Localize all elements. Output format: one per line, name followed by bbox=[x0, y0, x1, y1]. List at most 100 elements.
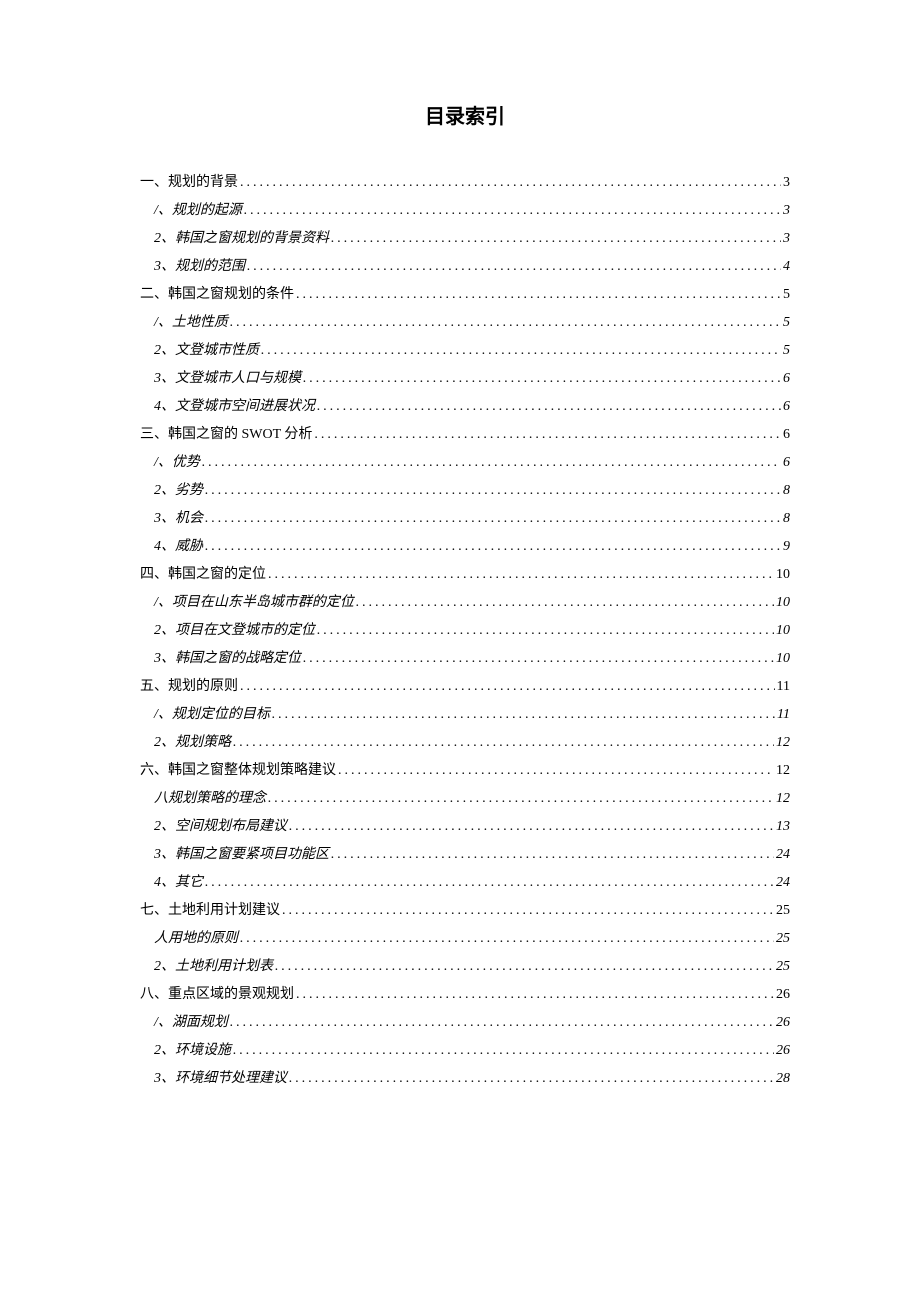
toc-entry-page: 12 bbox=[776, 785, 790, 813]
toc-entry: /、规划的起源.................................… bbox=[154, 197, 790, 225]
toc-dots: ........................................… bbox=[205, 533, 781, 561]
toc-entry: 七、土地利用计划建议..............................… bbox=[140, 897, 790, 925]
toc-entry-page: 24 bbox=[776, 841, 790, 869]
toc-dots: ........................................… bbox=[282, 897, 774, 925]
toc-entry-page: 28 bbox=[776, 1065, 790, 1093]
toc-entry-page: 24 bbox=[776, 869, 790, 897]
toc-dots: ........................................… bbox=[240, 169, 781, 197]
toc-entry-page: 3 bbox=[783, 197, 790, 225]
toc-entry-label: /、规划定位的目标 bbox=[154, 701, 270, 729]
toc-entry-page: 10 bbox=[776, 617, 790, 645]
toc-entry-page: 6 bbox=[783, 449, 790, 477]
toc-entry-label: 3、韩国之窗要紧项目功能区 bbox=[154, 841, 329, 869]
toc-dots: ........................................… bbox=[289, 1065, 774, 1093]
toc-entry: 2、韩国之窗规划的背景资料...........................… bbox=[154, 225, 790, 253]
toc-entry: 八规划策略的理念................................… bbox=[154, 785, 790, 813]
toc-entry-label: 八、重点区域的景观规划 bbox=[140, 981, 294, 1009]
toc-entry: 五、规划的原则.................................… bbox=[140, 673, 790, 701]
toc-dots: ........................................… bbox=[317, 393, 781, 421]
toc-dots: ........................................… bbox=[356, 589, 774, 617]
toc-dots: ........................................… bbox=[261, 337, 781, 365]
toc-entry: /、土地性质..................................… bbox=[154, 309, 790, 337]
toc-dots: ........................................… bbox=[240, 673, 775, 701]
toc-entry: 3、韩国之窗的战略定位.............................… bbox=[154, 645, 790, 673]
toc-entry-label: 3、环境细节处理建议 bbox=[154, 1065, 287, 1093]
toc-dots: ........................................… bbox=[240, 925, 774, 953]
toc-dots: ........................................… bbox=[202, 449, 781, 477]
toc-entry: 2、土地利用计划表...............................… bbox=[154, 953, 790, 981]
toc-entry-page: 8 bbox=[783, 477, 790, 505]
toc-entry: /、项目在山东半岛城市群的定位.........................… bbox=[154, 589, 790, 617]
toc-entry-page: 6 bbox=[783, 365, 790, 393]
toc-entry: 2、文登城市性质................................… bbox=[154, 337, 790, 365]
toc-entry-page: 11 bbox=[777, 701, 790, 729]
toc-title: 目录索引 bbox=[140, 100, 790, 129]
toc-entry-label: /、项目在山东半岛城市群的定位 bbox=[154, 589, 354, 617]
toc-dots: ........................................… bbox=[275, 953, 774, 981]
toc-entry-label: 人用地的原则 bbox=[154, 925, 238, 953]
toc-entry-label: 3、韩国之窗的战略定位 bbox=[154, 645, 301, 673]
toc-dots: ........................................… bbox=[331, 225, 781, 253]
toc-entry: 八、重点区域的景观规划.............................… bbox=[140, 981, 790, 1009]
toc-entry: /、规划定位的目标...............................… bbox=[154, 701, 790, 729]
toc-entry: 2、空间规划布局建议..............................… bbox=[154, 813, 790, 841]
toc-dots: ........................................… bbox=[268, 785, 774, 813]
toc-entry: 3、环境细节处理建议..............................… bbox=[154, 1065, 790, 1093]
toc-dots: ........................................… bbox=[296, 981, 774, 1009]
toc-entry-page: 9 bbox=[783, 533, 790, 561]
toc-entry-label: 七、土地利用计划建议 bbox=[140, 897, 280, 925]
toc-entry-label: /、规划的起源 bbox=[154, 197, 242, 225]
toc-entry-page: 6 bbox=[783, 421, 790, 449]
toc-entry-label: 4、文登城市空间进展状况 bbox=[154, 393, 315, 421]
toc-entry-page: 6 bbox=[783, 393, 790, 421]
toc-entry-label: 2、空间规划布局建议 bbox=[154, 813, 287, 841]
toc-entry: /、湖面规划..................................… bbox=[154, 1009, 790, 1037]
toc-entry: 2、项目在文登城市的定位............................… bbox=[154, 617, 790, 645]
toc-entry-page: 26 bbox=[776, 981, 790, 1009]
toc-dots: ........................................… bbox=[233, 1037, 774, 1065]
toc-dots: ........................................… bbox=[230, 309, 781, 337]
toc-entry: 3、规划的范围.................................… bbox=[154, 253, 790, 281]
toc-entry-label: 2、土地利用计划表 bbox=[154, 953, 273, 981]
toc-dots: ........................................… bbox=[244, 197, 781, 225]
toc-entry: 2、规划策略..................................… bbox=[154, 729, 790, 757]
toc-entry: 3、文登城市人口与规模.............................… bbox=[154, 365, 790, 393]
toc-dots: ........................................… bbox=[268, 561, 774, 589]
toc-entry-label: 2、韩国之窗规划的背景资料 bbox=[154, 225, 329, 253]
toc-entry: 三、韩国之窗的 SWOT 分析.........................… bbox=[140, 421, 790, 449]
toc-entry-page: 26 bbox=[776, 1009, 790, 1037]
toc-entry-label: 六、韩国之窗整体规划策略建议 bbox=[140, 757, 336, 785]
toc-entry-label: 2、劣势 bbox=[154, 477, 203, 505]
toc-dots: ........................................… bbox=[230, 1009, 774, 1037]
toc-entry-label: 3、文登城市人口与规模 bbox=[154, 365, 301, 393]
toc-entry-label: 3、规划的范围 bbox=[154, 253, 245, 281]
toc-entry-page: 10 bbox=[776, 561, 790, 589]
toc-entry-label: 四、韩国之窗的定位 bbox=[140, 561, 266, 589]
toc-dots: ........................................… bbox=[331, 841, 774, 869]
toc-dots: ........................................… bbox=[247, 253, 781, 281]
toc-entry-page: 5 bbox=[783, 337, 790, 365]
toc-container: 一、规划的背景.................................… bbox=[140, 169, 790, 1093]
toc-entry-page: 11 bbox=[777, 673, 790, 701]
toc-entry: 一、规划的背景.................................… bbox=[140, 169, 790, 197]
toc-entry-page: 8 bbox=[783, 505, 790, 533]
toc-entry: 3、韩国之窗要紧项目功能区...........................… bbox=[154, 841, 790, 869]
toc-entry-page: 3 bbox=[783, 169, 790, 197]
toc-entry-label: 一、规划的背景 bbox=[140, 169, 238, 197]
toc-dots: ........................................… bbox=[289, 813, 774, 841]
toc-dots: ........................................… bbox=[205, 869, 774, 897]
toc-dots: ........................................… bbox=[303, 365, 781, 393]
toc-entry-label: /、土地性质 bbox=[154, 309, 228, 337]
toc-entry-page: 5 bbox=[783, 309, 790, 337]
toc-entry: 4、其它....................................… bbox=[154, 869, 790, 897]
toc-entry-label: 五、规划的原则 bbox=[140, 673, 238, 701]
toc-entry: /、优势....................................… bbox=[154, 449, 790, 477]
toc-entry-label: 二、韩国之窗规划的条件 bbox=[140, 281, 294, 309]
toc-entry-label: 2、文登城市性质 bbox=[154, 337, 259, 365]
toc-dots: ........................................… bbox=[317, 617, 774, 645]
toc-entry-page: 26 bbox=[776, 1037, 790, 1065]
toc-entry-page: 12 bbox=[776, 757, 790, 785]
toc-entry-page: 5 bbox=[783, 281, 790, 309]
toc-dots: ........................................… bbox=[205, 477, 781, 505]
toc-entry-label: 3、机会 bbox=[154, 505, 203, 533]
